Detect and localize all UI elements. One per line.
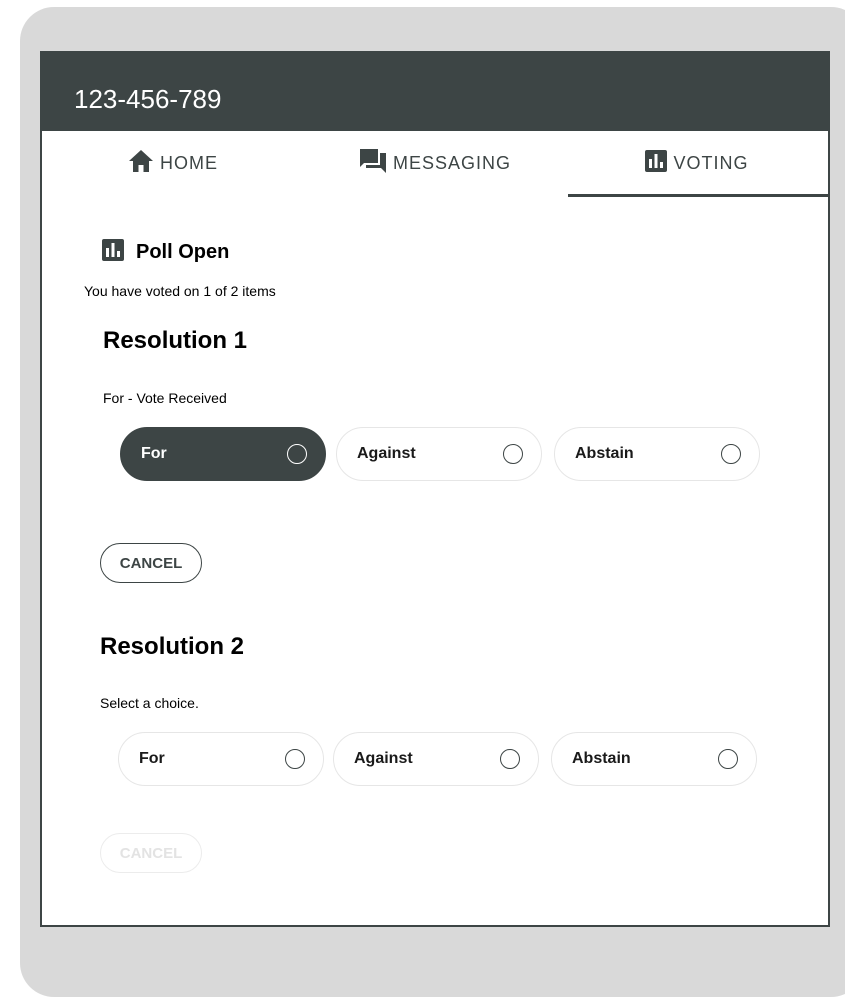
radio-icon [503, 444, 523, 464]
resolution-1-status: For - Vote Received [103, 390, 227, 406]
choice-label: Abstain [575, 445, 634, 462]
home-icon [128, 149, 160, 178]
resolution-1-title: Resolution 1 [103, 327, 248, 354]
choice-label: Abstain [572, 750, 631, 767]
app-header: 123-456-789 [42, 51, 828, 131]
resolution-1-choice-abstain[interactable]: Abstain [554, 427, 760, 481]
poll-title: Poll Open [136, 241, 230, 263]
app-screen: 123-456-789 HOME MESSAGING VOTING Poll O… [40, 51, 830, 927]
tab-voting-label: VOTING [673, 152, 749, 173]
choice-label: Against [357, 445, 416, 462]
header-title: 123-456-789 [74, 84, 222, 114]
tab-voting[interactable]: VOTING [566, 131, 828, 195]
resolution-2-choice-abstain[interactable]: Abstain [551, 732, 757, 786]
resolution-2-choice-against[interactable]: Against [333, 732, 539, 786]
choice-label: Against [354, 750, 413, 767]
radio-icon [285, 749, 305, 769]
resolution-2-status: Select a choice. [100, 695, 199, 711]
radio-icon [500, 749, 520, 769]
poll-header: Poll Open [102, 239, 229, 266]
tab-home-label: HOME [160, 152, 218, 173]
resolution-2-choice-for[interactable]: For [118, 732, 324, 786]
vote-progress-text: You have voted on 1 of 2 items [84, 283, 276, 299]
resolution-2-cancel-button: CANCEL [100, 833, 202, 873]
poll-icon [102, 239, 124, 266]
tab-messaging[interactable]: MESSAGING [304, 131, 566, 195]
radio-icon [718, 749, 738, 769]
resolution-1-choice-for[interactable]: For [120, 427, 326, 481]
active-tab-indicator [568, 194, 828, 197]
poll-icon [645, 149, 673, 177]
tab-messaging-label: MESSAGING [392, 152, 512, 173]
radio-icon [721, 444, 741, 464]
tab-home[interactable]: HOME [42, 131, 304, 195]
choice-label: For [141, 445, 167, 462]
choice-label: For [139, 750, 165, 767]
resolution-1-choice-against[interactable]: Against [336, 427, 542, 481]
tab-bar: HOME MESSAGING VOTING [42, 131, 828, 197]
chat-icon [359, 148, 393, 179]
radio-icon [287, 444, 307, 464]
resolution-2-title: Resolution 2 [100, 633, 245, 660]
resolution-1-cancel-button[interactable]: CANCEL [100, 543, 202, 583]
